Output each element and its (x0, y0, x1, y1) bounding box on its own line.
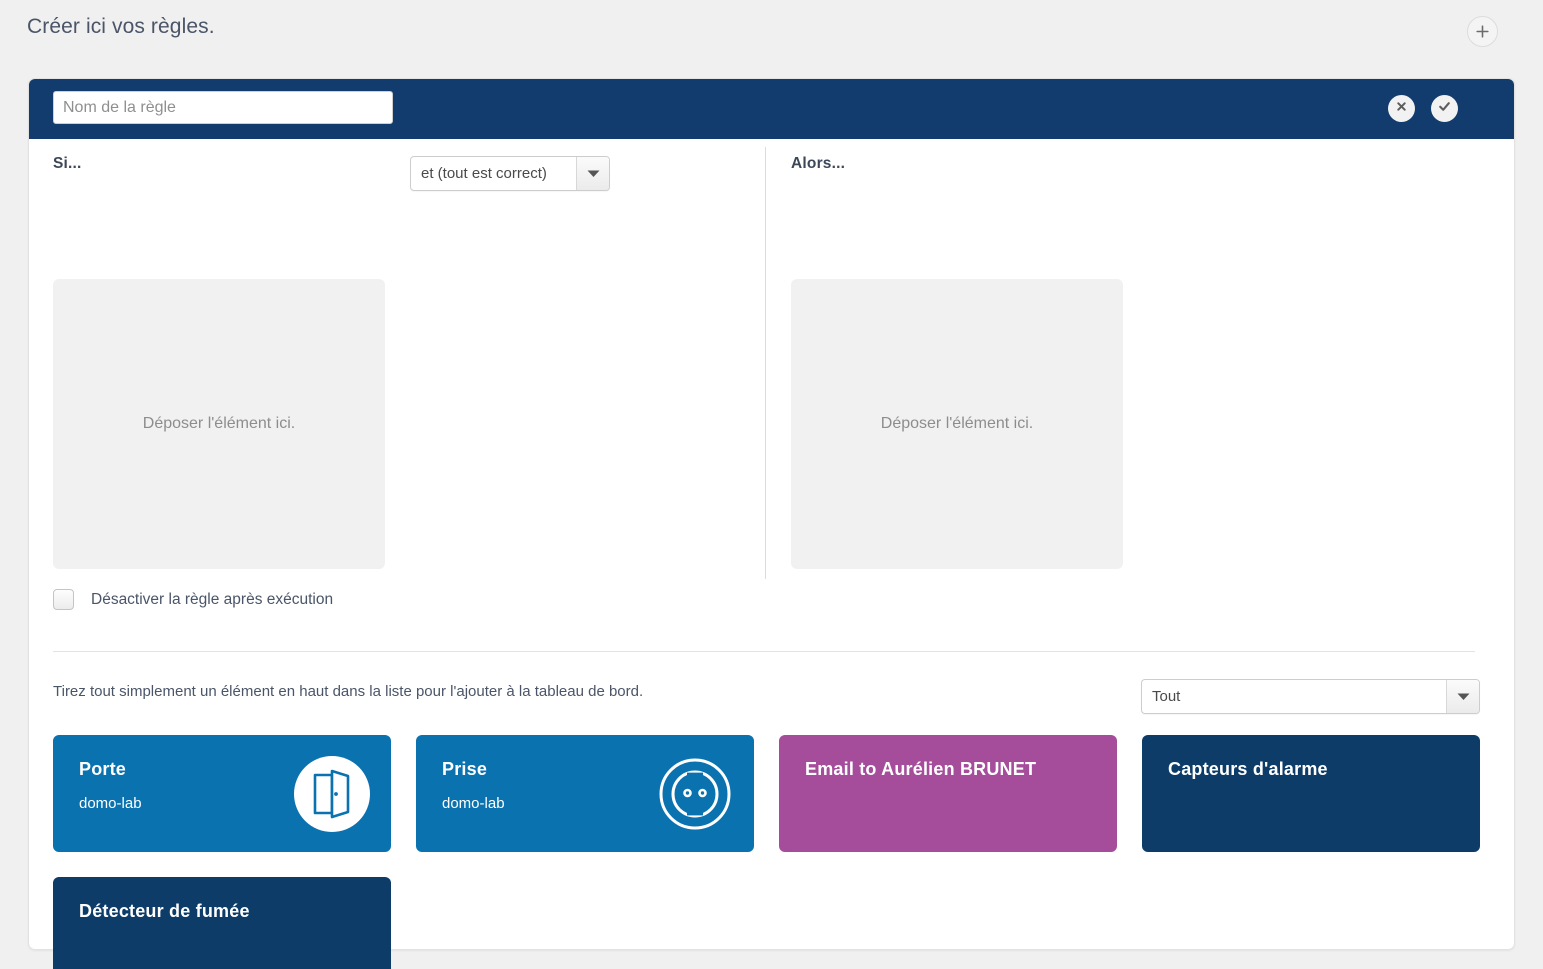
logic-operator-dropdown[interactable]: et (tout est correct) (410, 156, 610, 191)
library-tile[interactable]: Détecteur de fumée (53, 877, 391, 969)
tile-subtitle: domo-lab (442, 795, 505, 812)
column-divider (765, 147, 766, 579)
library-filter-dropdown[interactable]: Tout (1141, 679, 1480, 714)
action-dropzone-text: Déposer l'élément ici. (880, 415, 1034, 432)
disable-after-run-label: Désactiver la règle après exécution (91, 590, 334, 608)
plus-icon (1475, 24, 1490, 39)
tile-title: Porte (79, 759, 127, 779)
rule-card-header (29, 79, 1514, 139)
check-circle-icon (1435, 97, 1454, 121)
condition-label: Si... (53, 155, 82, 172)
disable-after-run-row[interactable]: Désactiver la règle après exécution (53, 589, 333, 610)
action-label: Alors... (791, 155, 846, 172)
page-title: Créer ici vos règles. (27, 15, 215, 38)
library-tile[interactable]: Email to Aurélien BRUNET (779, 735, 1117, 852)
tile-title: Prise (442, 759, 488, 779)
library-tile[interactable]: Prise domo-lab (416, 735, 754, 852)
tile-title: Détecteur de fumée (79, 901, 250, 921)
add-rule-button[interactable] (1467, 16, 1498, 47)
rule-card-body: Si... et (tout est correct) Alors... Dép… (29, 139, 1514, 969)
power-socket-icon (657, 756, 733, 832)
tile-title: Capteurs d'alarme (1168, 759, 1328, 779)
library-filter-value: Tout (1152, 688, 1181, 705)
rule-card: Si... et (tout est correct) Alors... Dép… (28, 78, 1515, 969)
disable-after-run-checkbox[interactable] (53, 589, 74, 610)
door-open-icon (294, 755, 370, 832)
library-hint: Tirez tout simplement un élément en haut… (53, 683, 644, 700)
rule-name-input[interactable] (53, 91, 393, 124)
action-dropzone[interactable]: Déposer l'élément ici. (791, 279, 1123, 569)
cancel-rule-button[interactable] (1388, 95, 1415, 122)
tile-title: Email to Aurélien BRUNET (805, 759, 1037, 779)
library-tile[interactable]: Porte domo-lab (53, 735, 391, 852)
library-tile[interactable]: Capteurs d'alarme (1142, 735, 1480, 852)
close-circle-icon (1392, 97, 1411, 121)
confirm-rule-button[interactable] (1431, 95, 1458, 122)
tile-subtitle: domo-lab (79, 795, 142, 812)
library-tile-list: Porte domo-lab Prise domo-lab Email to A… (53, 735, 1483, 969)
condition-dropzone[interactable]: Déposer l'élément ici. (53, 279, 385, 569)
condition-dropzone-text: Déposer l'élément ici. (142, 415, 296, 432)
chevron-down-icon[interactable] (576, 157, 609, 190)
section-divider (53, 651, 1475, 652)
top-bar: Créer ici vos règles. (0, 0, 1543, 62)
chevron-down-icon[interactable] (1446, 680, 1479, 713)
rule-header-actions (1388, 95, 1458, 122)
rules-editor-page: Créer ici vos règles. Nom de la règle Si… (0, 0, 1543, 969)
logic-operator-value: et (tout est correct) (421, 165, 547, 182)
